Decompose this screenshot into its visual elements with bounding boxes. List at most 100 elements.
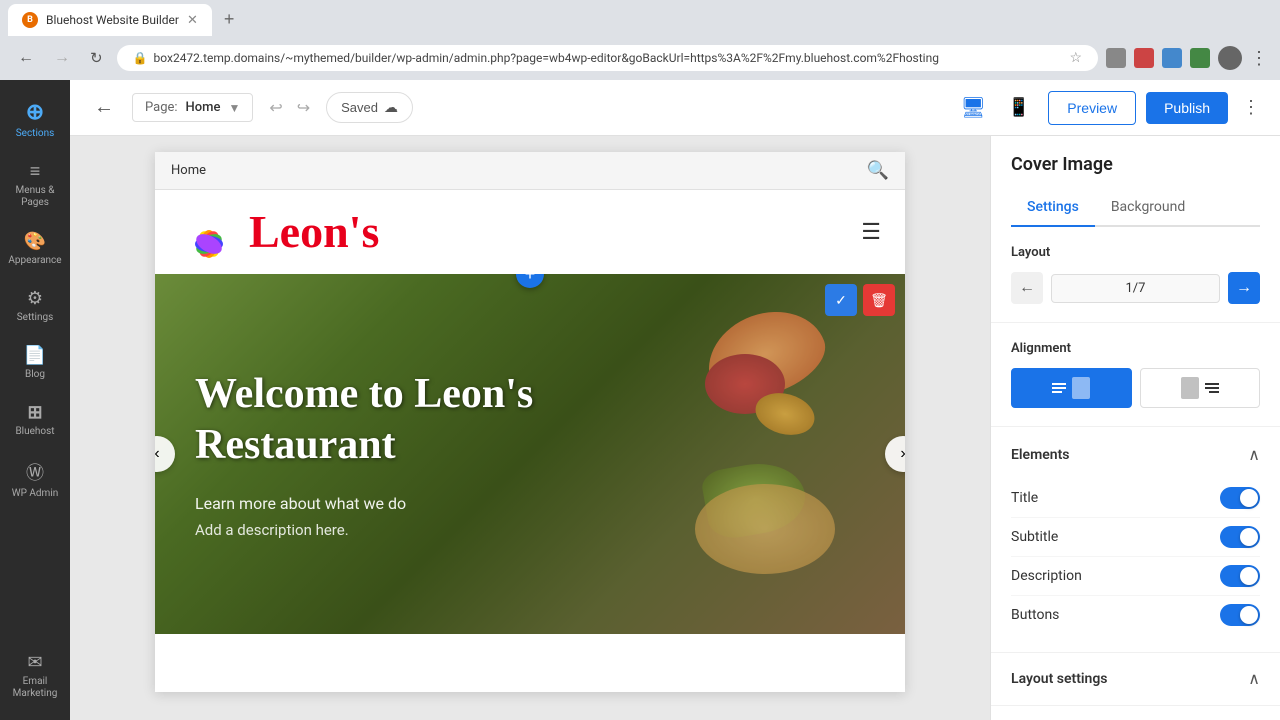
hero-content: Welcome to Leon's Restaurant Learn more … xyxy=(155,274,905,634)
menu-icon[interactable]: ⋮ xyxy=(1250,48,1268,69)
title-toggle[interactable] xyxy=(1220,487,1260,509)
align-right-button[interactable] xyxy=(1140,368,1261,408)
element-row-subtitle: Subtitle xyxy=(1011,518,1260,557)
logo-icon xyxy=(179,202,239,262)
elements-section: Elements ∧ Title Subtit xyxy=(991,427,1280,653)
site-header: Leon's ☰ xyxy=(155,190,905,274)
layout-settings-collapse-button[interactable]: ∧ xyxy=(1248,669,1260,689)
blog-icon: 📄 xyxy=(24,345,46,366)
layout-value-display: 1/7 xyxy=(1051,274,1220,303)
sidebar-item-appearance[interactable]: 🎨 Appearance xyxy=(2,221,68,276)
device-buttons: 🖥 📱 xyxy=(952,91,1038,124)
app-area: ⊕ Sections ≡ Menus & Pages 🎨 Appearance … xyxy=(0,80,1280,720)
element-row-description: Description xyxy=(1011,557,1260,596)
mobile-view-button[interactable]: 📱 xyxy=(1000,91,1038,124)
canvas-area: Home 🔍 xyxy=(70,136,990,720)
ext-icon-1[interactable] xyxy=(1106,48,1126,68)
page-selector[interactable]: Page: Home ▼ xyxy=(132,93,253,122)
align-left-button[interactable] xyxy=(1011,368,1132,408)
page-name: Home xyxy=(186,100,221,115)
alignment-label: Alignment xyxy=(1011,341,1260,356)
blog-label: Blog xyxy=(25,369,45,380)
subtitle-toggle[interactable] xyxy=(1220,526,1260,548)
panel-title: Cover Image xyxy=(1011,154,1260,175)
check-button[interactable]: ✓ xyxy=(825,284,857,316)
element-row-buttons: Buttons xyxy=(1011,596,1260,634)
wpadmin-label: WP Admin xyxy=(12,488,59,499)
forward-nav-button[interactable]: → xyxy=(48,45,76,71)
lock-icon: 🔒 xyxy=(133,51,148,65)
search-icon[interactable]: 🔍 xyxy=(867,160,889,181)
breadcrumb-bar: Home 🔍 xyxy=(155,152,905,190)
elements-collapse-button[interactable]: ∧ xyxy=(1248,445,1260,465)
delete-button[interactable]: 🗑 xyxy=(863,284,895,316)
browser-tab[interactable]: B Bluehost Website Builder ✕ xyxy=(8,4,212,36)
sidebar-item-settings[interactable]: ⚙ Settings xyxy=(2,278,68,333)
tab-close-icon[interactable]: ✕ xyxy=(187,13,198,28)
ext-icon-3[interactable] xyxy=(1162,48,1182,68)
appearance-icon: 🎨 xyxy=(24,231,46,252)
hero-subtitle: Learn more about what we do xyxy=(195,494,865,513)
add-section-bar: + xyxy=(516,274,544,288)
dropdown-icon: ▼ xyxy=(228,101,240,115)
menus-icon: ≡ xyxy=(30,161,41,182)
preview-button[interactable]: Preview xyxy=(1048,91,1136,125)
more-options-button[interactable]: ⋮ xyxy=(1238,93,1264,122)
logo-text: Leon's xyxy=(249,209,379,255)
layout-label: Layout xyxy=(1011,245,1260,260)
sidebar-item-wpadmin[interactable]: Ⓦ WP Admin xyxy=(2,449,68,509)
panel-header: Cover Image Settings Background xyxy=(991,136,1280,227)
layout-next-button[interactable]: → xyxy=(1228,272,1260,304)
back-nav-button[interactable]: ← xyxy=(12,45,40,71)
undo-button[interactable]: ↩ xyxy=(263,94,288,122)
sidebar-item-blog[interactable]: 📄 Blog xyxy=(2,335,68,390)
tab-background[interactable]: Background xyxy=(1095,189,1201,227)
sections-icon: ⊕ xyxy=(26,100,44,125)
hero-description: Add a description here. xyxy=(195,521,865,539)
ext-icon-4[interactable] xyxy=(1190,48,1210,68)
sidebar-item-menus[interactable]: ≡ Menus & Pages xyxy=(2,151,68,219)
new-tab-button[interactable]: + xyxy=(216,7,243,32)
cloud-icon: ☁ xyxy=(384,99,398,116)
layout-control: ← 1/7 → xyxy=(1011,272,1260,304)
layout-prev-button[interactable]: ← xyxy=(1011,272,1043,304)
buttons-toggle[interactable] xyxy=(1220,604,1260,626)
element-buttons-label: Buttons xyxy=(1011,607,1059,623)
profile-icon[interactable] xyxy=(1218,46,1242,70)
sidebar-item-sections[interactable]: ⊕ Sections xyxy=(2,90,68,149)
page-frame: Home 🔍 xyxy=(155,152,905,692)
desktop-view-button[interactable]: 🖥 xyxy=(952,91,993,124)
ext-icon-2[interactable] xyxy=(1134,48,1154,68)
refresh-nav-button[interactable]: ↻ xyxy=(84,45,109,71)
toolbar: ← Page: Home ▼ ↩ ↪ Saved ☁ 🖥 📱 Preview P… xyxy=(70,80,1280,136)
tab-favicon: B xyxy=(22,12,38,28)
address-input-container[interactable]: 🔒 box2472.temp.domains/~mythemed/builder… xyxy=(117,45,1098,71)
menus-label: Menus & Pages xyxy=(8,185,62,209)
bluehost-label: Bluehost xyxy=(15,426,54,437)
align-left-icon xyxy=(1052,377,1090,399)
content-area: Home 🔍 xyxy=(70,136,1280,720)
layout-settings-section[interactable]: Layout settings ∧ xyxy=(991,653,1280,706)
add-section-button[interactable]: + xyxy=(516,274,544,288)
elements-header: Elements ∧ xyxy=(1011,445,1260,465)
logo-area: Leon's xyxy=(179,202,379,262)
element-description-label: Description xyxy=(1011,568,1082,584)
sidebar-item-email[interactable]: ✉ Email Marketing xyxy=(2,642,68,710)
tab-settings[interactable]: Settings xyxy=(1011,189,1095,227)
description-toggle[interactable] xyxy=(1220,565,1260,587)
sidebar-item-bluehost[interactable]: ⊞ Bluehost xyxy=(2,392,68,447)
settings-icon: ⚙ xyxy=(27,288,43,309)
hero-action-buttons: ✓ 🗑 xyxy=(825,284,895,316)
publish-button[interactable]: Publish xyxy=(1146,92,1228,124)
align-right-icon xyxy=(1181,377,1219,399)
alignment-section: Alignment xyxy=(991,323,1280,427)
address-text: box2472.temp.domains/~mythemed/builder/w… xyxy=(154,51,939,65)
hamburger-icon[interactable]: ☰ xyxy=(861,220,881,245)
saved-button[interactable]: Saved ☁ xyxy=(326,92,413,123)
hero-section[interactable]: Welcome to Leon's Restaurant Learn more … xyxy=(155,274,905,634)
tab-settings-label: Settings xyxy=(1027,199,1079,215)
bookmark-icon[interactable]: ☆ xyxy=(1069,50,1082,66)
page-label: Page: xyxy=(145,100,178,115)
back-button[interactable]: ← xyxy=(86,92,122,123)
redo-button[interactable]: ↪ xyxy=(291,94,316,122)
